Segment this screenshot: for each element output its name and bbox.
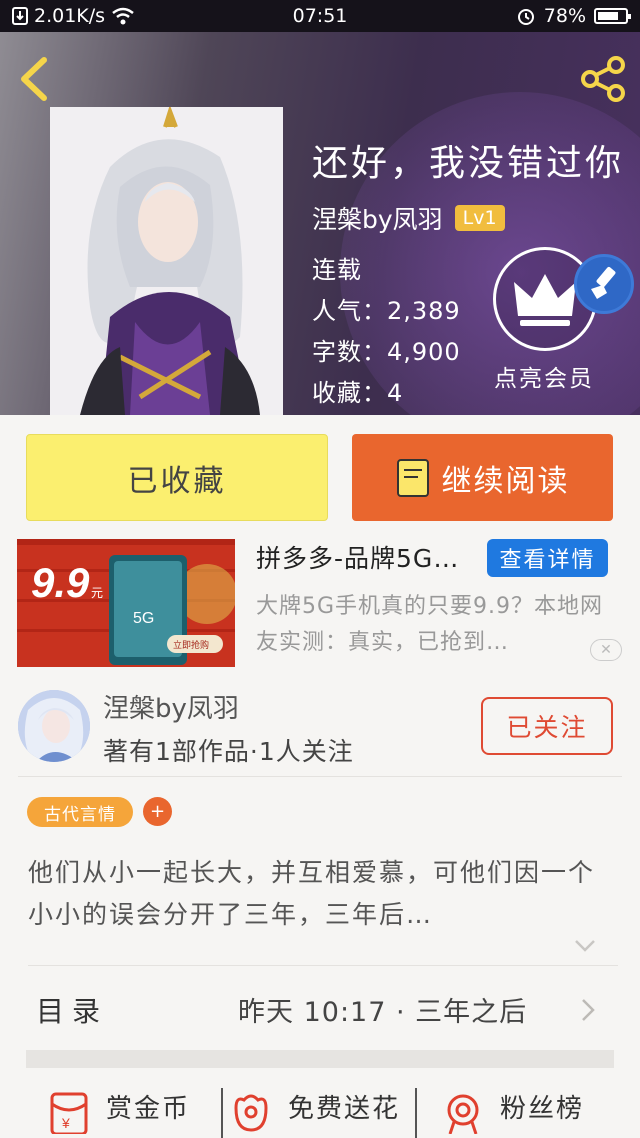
divider <box>18 776 622 777</box>
follow-button[interactable]: 已关注 <box>481 697 613 755</box>
cover-illustration <box>50 107 283 415</box>
book-word-count: 字数：4,900 <box>312 338 461 366</box>
wifi-icon <box>112 7 134 25</box>
ad-close-icon[interactable]: ✕ <box>590 639 622 661</box>
ad-banner[interactable]: 9.9 元 5G 立即抢购 拼多多-品牌5G手机 查看详情 大牌5G手机真的只要… <box>0 537 640 669</box>
book-favorites: 收藏：4 <box>312 379 404 407</box>
author-level-badge: Lv1 <box>454 205 505 231</box>
alarm-icon <box>517 9 534 25</box>
book-meta: 连载 人气：2,389 字数：4,900 收藏：4 <box>312 250 461 414</box>
battery-percent: 78% <box>543 5 586 27</box>
toc-latest-update: 昨天 10:17 · 三年之后 <box>238 997 528 1028</box>
vip-label[interactable]: 点亮会员 <box>494 359 594 393</box>
red-envelope-icon: ¥ <box>50 1092 88 1134</box>
add-tag-button[interactable]: + <box>143 797 172 826</box>
status-bar: 2.01K/s 07:51 78% <box>0 0 640 32</box>
ad-graphic: 9.9 元 5G 立即抢购 <box>17 539 235 667</box>
ad-image-button: 立即抢购 <box>173 639 209 651</box>
reward-coins-button[interactable]: ¥ 赏金币 <box>46 1088 190 1134</box>
separator <box>221 1088 223 1138</box>
book-title: 还好，我没错过你 <box>312 143 625 184</box>
toc-label: 目录 <box>36 995 109 1028</box>
brush-icon[interactable] <box>574 254 634 314</box>
send-flower-label: 免费送花 <box>288 1094 401 1124</box>
author-name[interactable]: 涅槃by凤羽 <box>103 688 239 725</box>
flower-icon <box>234 1094 268 1132</box>
ad-price: 9.9 <box>31 559 90 606</box>
book-cover[interactable] <box>50 107 283 415</box>
genre-tag[interactable]: 古代言情 <box>27 797 133 827</box>
fans-ranking-button[interactable]: 粉丝榜 <box>440 1088 584 1134</box>
book-author-row: 涅槃by凤羽 Lv1 <box>312 200 505 236</box>
table-of-contents-row[interactable]: 目录 昨天 10:17 · 三年之后 <box>0 966 640 1052</box>
send-flower-button[interactable]: 免费送花 <box>228 1088 400 1134</box>
chevron-down-icon[interactable] <box>574 938 596 954</box>
chevron-right-icon <box>582 999 595 1021</box>
reward-coins-label: 赏金币 <box>106 1094 191 1124</box>
book-author[interactable]: 涅槃by凤羽 <box>312 200 443 236</box>
collect-label: 已收藏 <box>127 463 227 499</box>
battery-icon <box>594 8 631 24</box>
book-icon <box>396 458 429 497</box>
continue-reading-label: 继续阅读 <box>441 463 570 499</box>
battery-fill <box>598 12 619 20</box>
download-icon <box>12 7 28 25</box>
ad-price-unit: 元 <box>91 586 103 600</box>
yen-glyph: ¥ <box>61 1115 70 1131</box>
section-gap <box>26 1050 614 1068</box>
collect-button[interactable]: 已收藏 <box>26 434 328 521</box>
author-stats: 著有1部作品·1人关注 <box>103 737 354 766</box>
ad-description[interactable]: 大牌5G手机真的只要9.9？本地网友实测：真实，已抢到… <box>256 589 626 661</box>
bottom-actions: ¥ 赏金币 免费送花 粉丝榜 <box>0 1068 640 1138</box>
avatar-illustration <box>18 690 90 762</box>
synopsis[interactable]: 他们从小一起长大，并互相爱慕，可他们因一个小小的误会分开了三年，三年后… <box>28 852 618 936</box>
book-popularity: 人气：2,389 <box>312 297 461 325</box>
ad-5g-text: 5G <box>133 610 154 627</box>
back-chevron-icon[interactable] <box>14 54 54 104</box>
fans-ranking-label: 粉丝榜 <box>500 1094 585 1124</box>
avatar[interactable] <box>18 690 90 762</box>
author-card[interactable]: 涅槃by凤羽 著有1部作品·1人关注 已关注 <box>0 684 640 776</box>
clock: 07:51 <box>292 5 348 27</box>
separator <box>415 1088 417 1138</box>
book-status: 连载 <box>312 256 362 284</box>
brush-glyph <box>591 266 616 299</box>
ad-title[interactable]: 拼多多-品牌5G手机 <box>256 539 482 575</box>
ad-image[interactable]: 9.9 元 5G 立即抢购 <box>17 539 235 667</box>
net-speed: 2.01K/s <box>34 5 106 27</box>
share-icon[interactable] <box>578 54 628 104</box>
continue-reading-button[interactable]: 继续阅读 <box>352 434 613 521</box>
book-header: 还好，我没错过你 涅槃by凤羽 Lv1 连载 人气：2,389 字数：4,900… <box>0 32 640 415</box>
medal-icon <box>447 1094 479 1134</box>
ad-detail-button[interactable]: 查看详情 <box>487 539 608 577</box>
